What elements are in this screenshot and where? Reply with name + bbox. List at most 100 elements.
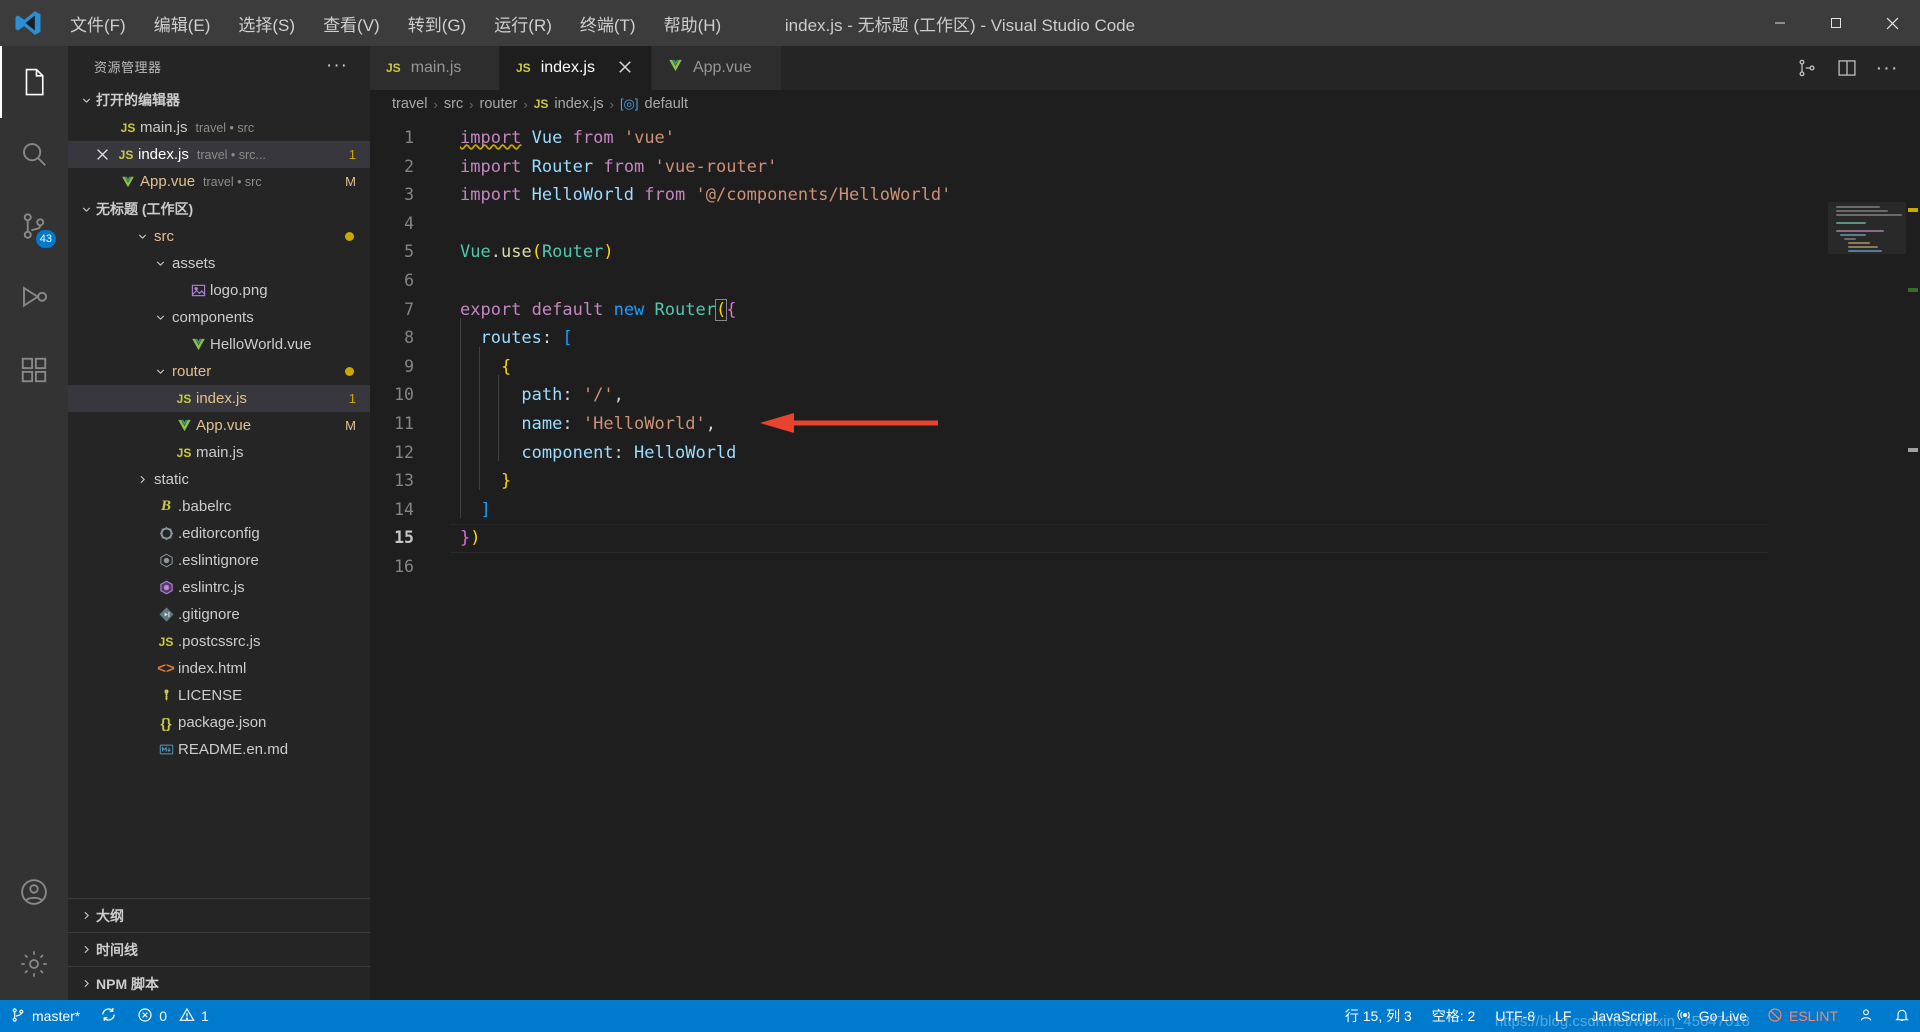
status-go-live[interactable]: Go Live xyxy=(1667,1000,1757,1032)
split-editor-icon[interactable] xyxy=(1830,51,1864,85)
tree-item-assets[interactable]: assets xyxy=(68,250,370,277)
activity-settings[interactable] xyxy=(0,928,68,1000)
code-line: export default new Router({ xyxy=(460,298,737,321)
activity-extensions[interactable] xyxy=(0,334,68,406)
line-number: 16 xyxy=(394,556,414,576)
tab-main-js[interactable]: JS main.js xyxy=(370,46,500,90)
code-content[interactable]: import Vue from 'vue' import Router from… xyxy=(450,118,1828,1000)
code-line: import Vue from 'vue' xyxy=(460,128,676,148)
status-eol[interactable]: LF xyxy=(1545,1000,1581,1032)
glyph-margin xyxy=(428,118,450,1000)
tree-item-postcssrc-js[interactable]: JS .postcssrc.js xyxy=(68,628,370,655)
breadcrumb-src[interactable]: src xyxy=(444,96,463,112)
tree-item-readme-en-md[interactable]: README.en.md xyxy=(68,736,370,763)
section-open-editors[interactable]: 打开的编辑器 xyxy=(68,86,370,114)
tab-index-js[interactable]: JS index.js xyxy=(500,46,652,90)
breadcrumb-index-js[interactable]: index.js xyxy=(554,96,603,112)
status-cursor-position[interactable]: 行 15, 列 3 xyxy=(1335,1000,1422,1032)
line-number: 5 xyxy=(404,242,414,262)
breadcrumb-default[interactable]: default xyxy=(645,96,689,112)
explorer-more-icon[interactable]: ··· xyxy=(326,55,348,77)
tree-item-index-js[interactable]: JS index.js 1 xyxy=(68,385,370,412)
status-encoding[interactable]: UTF-8 xyxy=(1485,1000,1545,1032)
status-sync[interactable] xyxy=(90,1000,127,1032)
tree-item-gitignore[interactable]: .gitignore xyxy=(68,601,370,628)
tree-item-eslintrc-js[interactable]: .eslintrc.js xyxy=(68,574,370,601)
section-workspace[interactable]: 无标题 (工作区) xyxy=(68,195,370,223)
menu-view[interactable]: 查看(V) xyxy=(309,5,394,42)
tab-app-vue[interactable]: App.vue xyxy=(651,46,782,90)
activity-accounts[interactable] xyxy=(0,856,68,928)
tree-item-router[interactable]: router xyxy=(68,358,370,385)
open-editor-index-js[interactable]: JS index.js travel • src... 1 xyxy=(68,141,370,168)
bell-icon xyxy=(1894,1007,1910,1026)
line-number: 9 xyxy=(404,356,414,376)
scrollbar-decorations[interactable] xyxy=(1906,118,1920,1000)
code-editor[interactable]: 1 2 3 4 5 6 7 8 9 10 11 12 13 14 15 16 i… xyxy=(370,118,1920,1000)
tree-item-package-json[interactable]: {} package.json xyxy=(68,709,370,736)
menu-select[interactable]: 选择(S) xyxy=(224,5,309,42)
section-npm-scripts[interactable]: NPM 脚本 xyxy=(68,966,370,1000)
status-problems[interactable]: 0 1 xyxy=(127,1000,219,1032)
json-icon: {} xyxy=(160,714,172,731)
menu-terminal[interactable]: 终端(T) xyxy=(566,5,650,42)
tree-item-editorconfig[interactable]: .editorconfig xyxy=(68,520,370,547)
minimap[interactable] xyxy=(1828,118,1920,1000)
open-editor-badge: 1 xyxy=(348,147,356,162)
maximize-button[interactable] xyxy=(1808,0,1864,46)
more-actions-icon[interactable]: ··· xyxy=(1870,51,1904,85)
chevron-right-icon xyxy=(130,473,154,486)
menu-edit[interactable]: 编辑(E) xyxy=(140,5,225,42)
tab-label: App.vue xyxy=(692,59,752,76)
section-outline[interactable]: 大纲 xyxy=(68,898,370,932)
activity-search[interactable] xyxy=(0,118,68,190)
tab-close-icon[interactable] xyxy=(615,58,635,79)
tree-item-static[interactable]: static xyxy=(68,466,370,493)
tree-item-label: router xyxy=(172,363,212,380)
status-branch[interactable]: master* xyxy=(0,1000,90,1032)
open-editor-app-vue[interactable]: App.vue travel • src M xyxy=(68,168,370,195)
code-line: path: '/', xyxy=(521,385,624,406)
section-timeline-label: 时间线 xyxy=(96,941,138,958)
status-language-mode[interactable]: JavaScript xyxy=(1581,1000,1666,1032)
menu-run[interactable]: 运行(R) xyxy=(480,5,566,42)
open-editor-badge: M xyxy=(345,174,356,189)
menu-file[interactable]: 文件(F) xyxy=(56,5,140,42)
section-timeline[interactable]: 时间线 xyxy=(68,932,370,966)
breadcrumb-separator-icon: › xyxy=(609,96,614,112)
status-account[interactable] xyxy=(1848,1000,1884,1032)
status-eslint[interactable]: ESLINT xyxy=(1757,1000,1848,1032)
tree-item-babelrc[interactable]: B .babelrc xyxy=(68,493,370,520)
tree-item-app-vue[interactable]: App.vue M xyxy=(68,412,370,439)
activity-run-debug[interactable] xyxy=(0,262,68,334)
minimize-button[interactable] xyxy=(1752,0,1808,46)
tree-item-index-html[interactable]: <> index.html xyxy=(68,655,370,682)
js-icon: JS xyxy=(176,445,192,460)
menu-help[interactable]: 帮助(H) xyxy=(650,5,736,42)
breadcrumb: travel › src › router › JS index.js › [◎… xyxy=(370,90,1920,118)
open-editor-main-js[interactable]: JS main.js travel • src xyxy=(68,114,370,141)
tree-item-components[interactable]: components xyxy=(68,304,370,331)
minimap-line xyxy=(1836,222,1866,224)
tree-item-src[interactable]: src xyxy=(68,223,370,250)
tree-item-eslintignore[interactable]: .eslintignore xyxy=(68,547,370,574)
close-button[interactable] xyxy=(1864,0,1920,46)
js-icon: JS xyxy=(516,61,531,75)
chevron-down-icon xyxy=(148,311,172,324)
tree-item-helloworld-vue[interactable]: HelloWorld.vue xyxy=(68,331,370,358)
code-line: { xyxy=(500,356,512,377)
split-compare-icon[interactable] xyxy=(1790,51,1824,85)
tree-item-label: HelloWorld.vue xyxy=(210,336,312,353)
tree-item-license[interactable]: LICENSE xyxy=(68,682,370,709)
breadcrumb-router[interactable]: router xyxy=(480,96,518,112)
tree-item-main-js[interactable]: JS main.js xyxy=(68,439,370,466)
menu-go[interactable]: 转到(G) xyxy=(394,5,481,42)
status-indentation[interactable]: 空格: 2 xyxy=(1422,1000,1486,1032)
tree-item-logo-png[interactable]: logo.png xyxy=(68,277,370,304)
breadcrumb-travel[interactable]: travel xyxy=(392,96,427,112)
activity-source-control[interactable]: 43 xyxy=(0,190,68,262)
activity-explorer[interactable] xyxy=(0,46,68,118)
close-icon[interactable] xyxy=(90,148,114,161)
open-editor-desc: travel • src... xyxy=(196,147,266,162)
status-notifications[interactable] xyxy=(1884,1000,1920,1032)
